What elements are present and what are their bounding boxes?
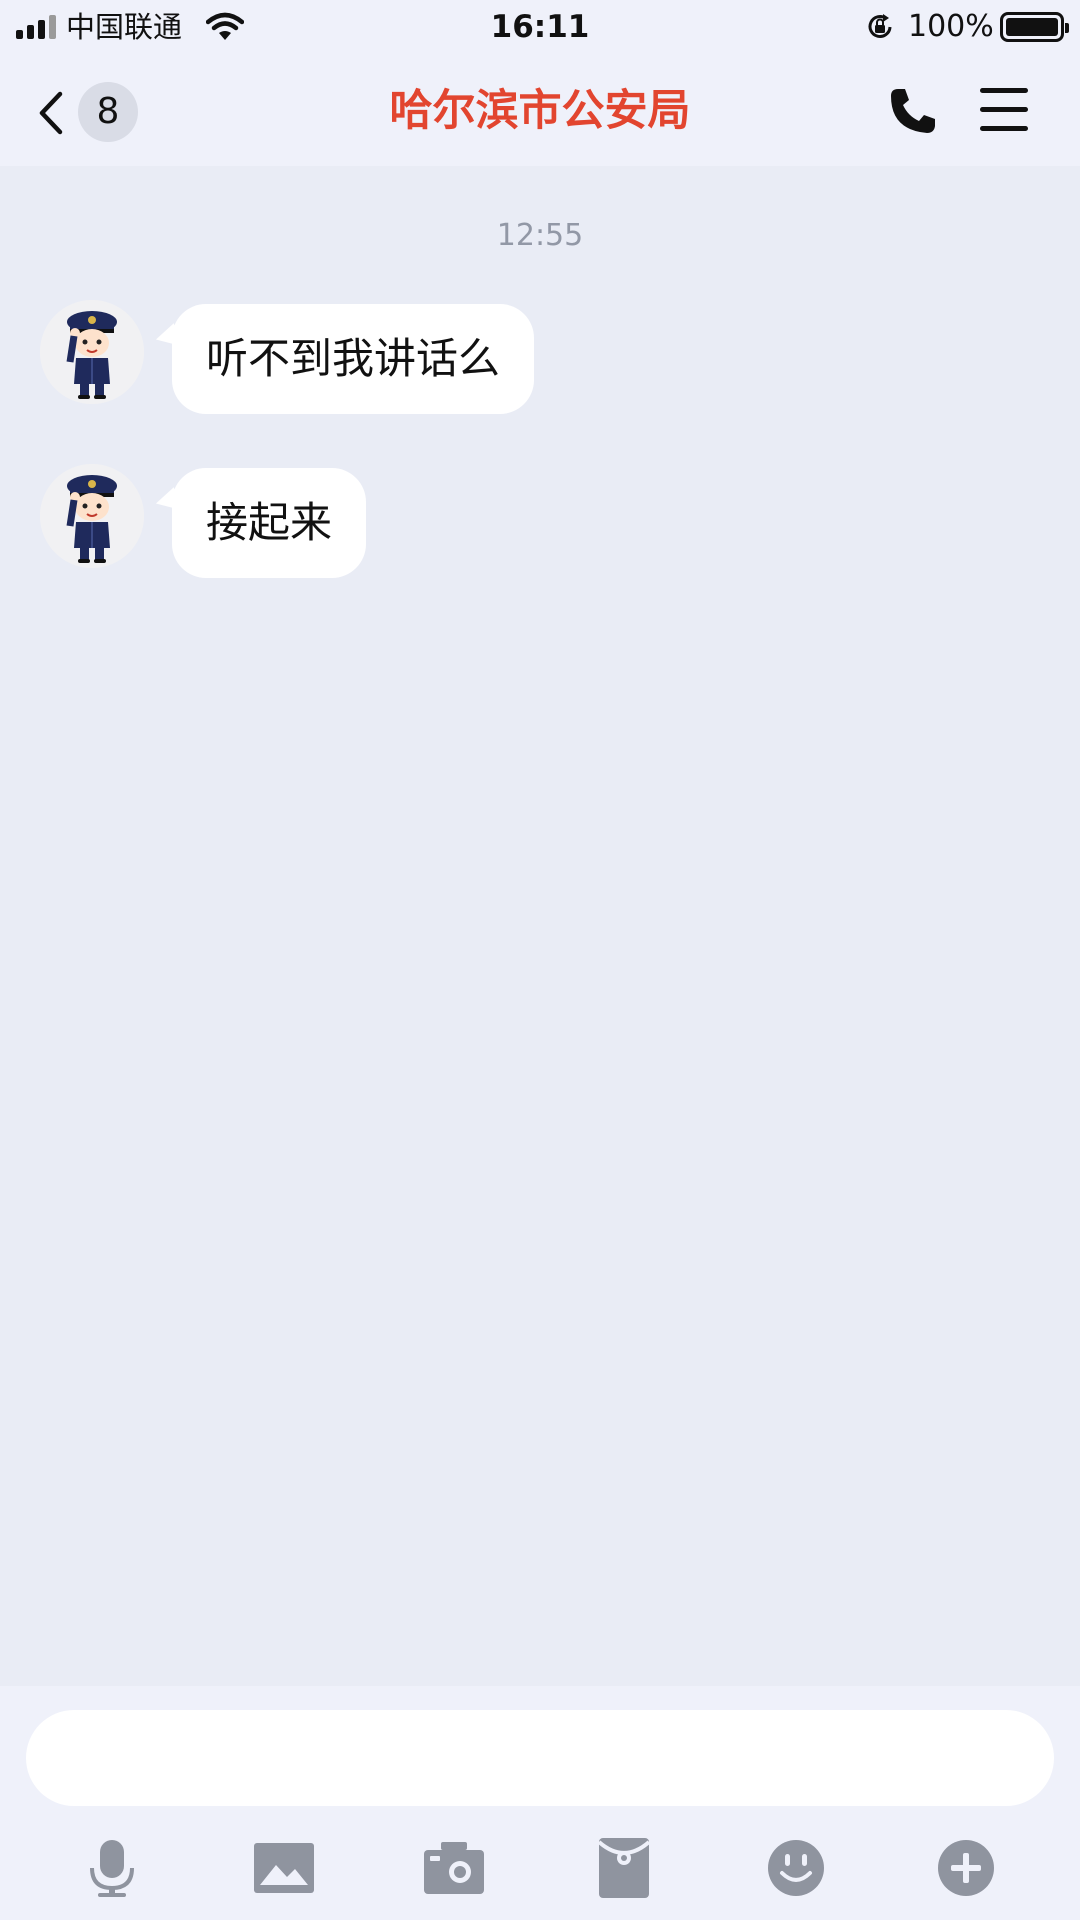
menu-icon[interactable] [980,88,1030,132]
image-icon[interactable] [248,1832,320,1904]
police-officer-avatar-icon [40,464,144,568]
status-bar: 中国联通 16:11 100% [0,0,1080,54]
police-officer-avatar-icon [40,300,144,404]
chat-screen: 中国联通 16:11 100% 8 哈尔滨市公安局 12:55 听不到我讲话么 … [0,0,1080,1920]
rotation-lock-icon [868,14,892,38]
avatar[interactable] [40,464,144,568]
plus-icon[interactable] [930,1832,1002,1904]
message-bubble[interactable]: 接起来 [172,468,367,578]
message-timestamp: 12:55 [496,218,584,253]
battery-percentage: 100% [908,9,994,44]
nav-bar: 8 哈尔滨市公安局 [0,54,1080,166]
avatar[interactable] [40,300,144,404]
microphone-icon[interactable] [76,1832,148,1904]
composer [0,1686,1080,1920]
emoji-icon[interactable] [760,1832,832,1904]
message-input[interactable] [26,1710,1054,1806]
battery-icon [1000,12,1069,42]
input-toolbar [0,1832,1080,1904]
camera-icon[interactable] [418,1832,490,1904]
message-bubble[interactable]: 听不到我讲话么 [172,304,535,414]
red-packet-icon[interactable] [588,1832,660,1904]
phone-icon[interactable] [888,86,938,136]
